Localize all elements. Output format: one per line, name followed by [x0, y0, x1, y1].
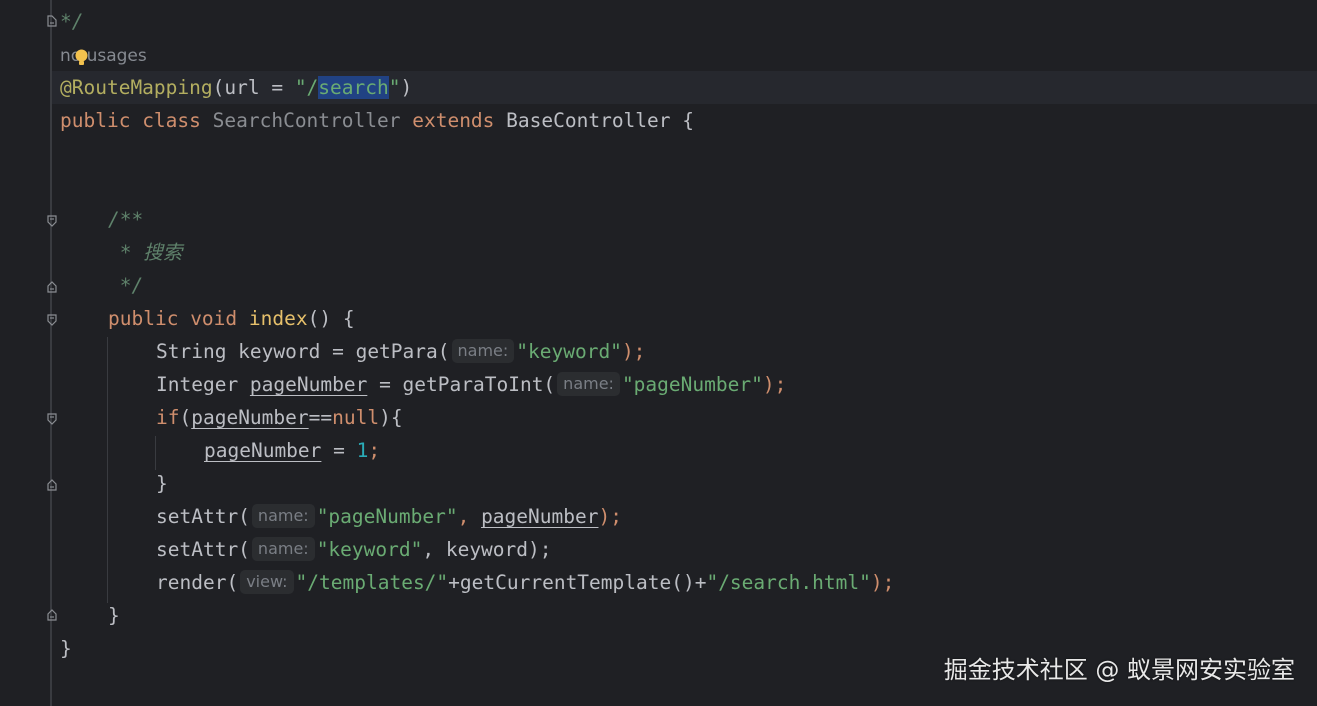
- code-line-assign[interactable]: pageNumber = 1;: [204, 434, 380, 467]
- code-line-keyword[interactable]: String keyword = getPara(name: "keyword")…: [156, 335, 645, 368]
- fold-start-icon[interactable]: [45, 313, 59, 327]
- annotation-name: @RouteMapping: [60, 76, 213, 99]
- keyword: public: [108, 307, 191, 330]
- code-line-class[interactable]: public class SearchController extends Ba…: [60, 104, 694, 137]
- code-text: Integer: [156, 373, 250, 396]
- code-line-doc-start[interactable]: /**: [108, 203, 143, 236]
- string-literal: "/search.html": [706, 571, 871, 594]
- string-literal: "keyword": [516, 340, 622, 363]
- string-literal: "/templates/": [295, 571, 449, 594]
- code-text: );: [870, 571, 895, 594]
- code-line-setattr-pagenumber[interactable]: setAttr(name: "pageNumber", pageNumber);: [156, 500, 622, 533]
- fold-start-icon[interactable]: [45, 214, 59, 228]
- keyword: if: [156, 406, 180, 429]
- code-text: setAttr(: [156, 505, 250, 528]
- keyword: void: [190, 307, 249, 330]
- fold-end-icon[interactable]: [45, 478, 59, 492]
- variable-name: pageNumber: [249, 373, 368, 396]
- code-text: ,: [457, 505, 482, 528]
- lightbulb-icon[interactable]: [74, 49, 89, 66]
- code-line-method[interactable]: public void index() {: [108, 302, 355, 335]
- code-line-setattr-keyword[interactable]: setAttr(name: "keyword", keyword);: [156, 533, 552, 566]
- code-text: setAttr(: [156, 538, 250, 561]
- fold-end-icon[interactable]: [45, 14, 59, 28]
- code-text: render(: [156, 571, 239, 594]
- code-text: ;: [368, 439, 381, 462]
- string-literal: "/: [294, 76, 319, 99]
- class-name: SearchController: [212, 109, 413, 132]
- variable-name: pageNumber: [481, 505, 599, 528]
- code-text: );: [621, 340, 646, 363]
- code-text: ){: [379, 406, 403, 429]
- code-text: ==: [308, 406, 333, 429]
- indent-guide: [155, 436, 156, 470]
- code-line-method-close[interactable]: }: [108, 599, 120, 632]
- keyword: null: [332, 406, 380, 429]
- code-line-annotation[interactable]: @RouteMapping(url = "/search"): [60, 71, 412, 104]
- code-text: }: [108, 604, 120, 627]
- indent-guide: [107, 337, 108, 603]
- code-text: () {: [307, 307, 355, 330]
- string-literal: "pageNumber": [621, 373, 763, 396]
- string-literal: ": [388, 76, 401, 99]
- parameter-hint: name:: [451, 339, 515, 363]
- comment-text: */: [60, 10, 84, 33]
- fold-start-icon[interactable]: [45, 412, 59, 426]
- parameter-hint: name:: [251, 504, 315, 528]
- variable-name: pageNumber: [191, 406, 309, 429]
- watermark-text: 掘金技术社区 @ 蚁景网安实验室: [943, 656, 1295, 684]
- code-text: , keyword);: [422, 538, 552, 561]
- parameter-hint: view:: [240, 570, 294, 594]
- code-line-render[interactable]: render(view: "/templates/"+getCurrentTemp…: [156, 566, 894, 599]
- number-literal: 1: [356, 439, 369, 462]
- parameter-hint: name:: [557, 372, 620, 396]
- string-literal: "pageNumber": [316, 505, 458, 528]
- editor-gutter: [0, 0, 52, 706]
- code-line-doc-body[interactable]: * 搜索: [108, 236, 183, 269]
- code-text: (: [179, 406, 192, 429]
- parameter-hint: name:: [251, 537, 315, 561]
- fold-end-icon[interactable]: [45, 608, 59, 622]
- code-text: }: [156, 472, 168, 495]
- code-text: String keyword = getPara(: [156, 340, 450, 363]
- string-literal: "keyword": [316, 538, 423, 561]
- keyword: extends: [412, 109, 507, 132]
- code-text: BaseController {: [506, 109, 694, 132]
- variable-name: pageNumber: [204, 439, 322, 462]
- code-text: );: [598, 505, 622, 528]
- code-text: +getCurrentTemplate()+: [448, 571, 707, 594]
- code-text: =: [321, 439, 357, 462]
- usages-hint[interactable]: no usages: [60, 43, 147, 69]
- keyword: public: [60, 109, 143, 132]
- selected-text[interactable]: search: [318, 76, 389, 99]
- comment-text: /**: [108, 208, 144, 231]
- code-line-class-close[interactable]: }: [60, 632, 72, 665]
- code-text: );: [762, 373, 787, 396]
- code-line-1[interactable]: */: [60, 5, 83, 38]
- code-text: = getParaToInt(: [367, 373, 556, 396]
- fold-end-icon[interactable]: [45, 280, 59, 294]
- code-text: (url =: [212, 76, 295, 99]
- code-line-if[interactable]: if(pageNumber==null){: [156, 401, 403, 434]
- keyword: class: [142, 109, 213, 132]
- code-line-doc-end[interactable]: */: [108, 269, 144, 302]
- method-name: index: [248, 307, 308, 330]
- code-line-pagenumber[interactable]: Integer pageNumber = getParaToInt(name: "…: [156, 368, 786, 401]
- code-text: }: [60, 637, 72, 660]
- comment-text: */: [108, 274, 144, 297]
- comment-text: * 搜索: [108, 241, 183, 264]
- code-text: ): [400, 76, 413, 99]
- code-line-if-close[interactable]: }: [156, 467, 168, 500]
